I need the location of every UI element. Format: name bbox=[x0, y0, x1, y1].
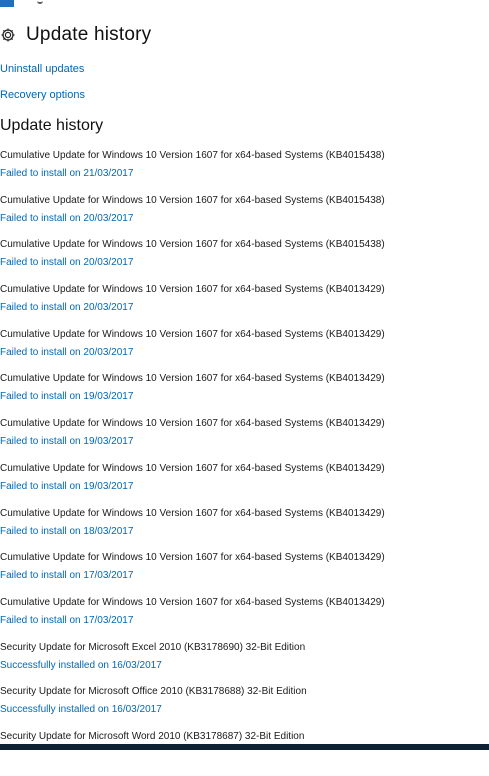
update-status-link[interactable]: Failed to install on 20/03/2017 bbox=[0, 302, 133, 313]
update-name: Cumulative Update for Windows 10 Version… bbox=[0, 328, 385, 340]
update-name: Cumulative Update for Windows 10 Version… bbox=[0, 284, 385, 296]
update-status-link[interactable]: Failed to install on 17/03/2017 bbox=[0, 570, 133, 581]
clipped-glyph bbox=[37, 0, 43, 4]
section-heading: Update history bbox=[0, 117, 104, 134]
update-name: Security Update for Microsoft Word 2010 … bbox=[0, 730, 305, 742]
update-name: Cumulative Update for Windows 10 Version… bbox=[0, 462, 385, 474]
update-name: Cumulative Update for Windows 10 Version… bbox=[0, 507, 385, 519]
update-status-link[interactable]: Failed to install on 19/03/2017 bbox=[0, 436, 133, 447]
update-name: Cumulative Update for Windows 10 Version… bbox=[0, 418, 385, 430]
update-status-link[interactable]: Failed to install on 20/03/2017 bbox=[0, 347, 133, 358]
update-name: Security Update for Microsoft Office 201… bbox=[0, 686, 307, 698]
uninstall-updates-link[interactable]: Uninstall updates bbox=[0, 63, 84, 75]
page-title: Update history bbox=[26, 24, 152, 45]
gear-icon bbox=[0, 27, 16, 43]
recovery-options-link[interactable]: Recovery options bbox=[0, 89, 85, 101]
update-status-link[interactable]: Successfully installed on 16/03/2017 bbox=[0, 660, 162, 671]
update-status-link[interactable]: Failed to install on 20/03/2017 bbox=[0, 257, 133, 268]
update-name: Cumulative Update for Windows 10 Version… bbox=[0, 552, 385, 564]
update-status-link[interactable]: Successfully installed on 16/03/2017 bbox=[0, 704, 162, 715]
update-status-link[interactable]: Failed to install on 20/03/2017 bbox=[0, 213, 133, 224]
update-name: Cumulative Update for Windows 10 Version… bbox=[0, 194, 385, 206]
taskbar-edge bbox=[0, 744, 489, 750]
update-name: Cumulative Update for Windows 10 Version… bbox=[0, 596, 385, 608]
update-name: Cumulative Update for Windows 10 Version… bbox=[0, 373, 385, 385]
window-accent-strip bbox=[0, 0, 14, 7]
update-status-link[interactable]: Failed to install on 19/03/2017 bbox=[0, 481, 133, 492]
update-status-link[interactable]: Failed to install on 21/03/2017 bbox=[0, 168, 133, 179]
update-name: Security Update for Microsoft Excel 2010… bbox=[0, 641, 306, 653]
update-status-link[interactable]: Failed to install on 17/03/2017 bbox=[0, 615, 133, 626]
update-status-link[interactable]: Failed to install on 18/03/2017 bbox=[0, 526, 133, 537]
page-header: Update history bbox=[0, 22, 151, 48]
update-status-link[interactable]: Failed to install on 19/03/2017 bbox=[0, 391, 133, 402]
update-name: Cumulative Update for Windows 10 Version… bbox=[0, 150, 385, 161]
update-name: Cumulative Update for Windows 10 Version… bbox=[0, 239, 385, 251]
